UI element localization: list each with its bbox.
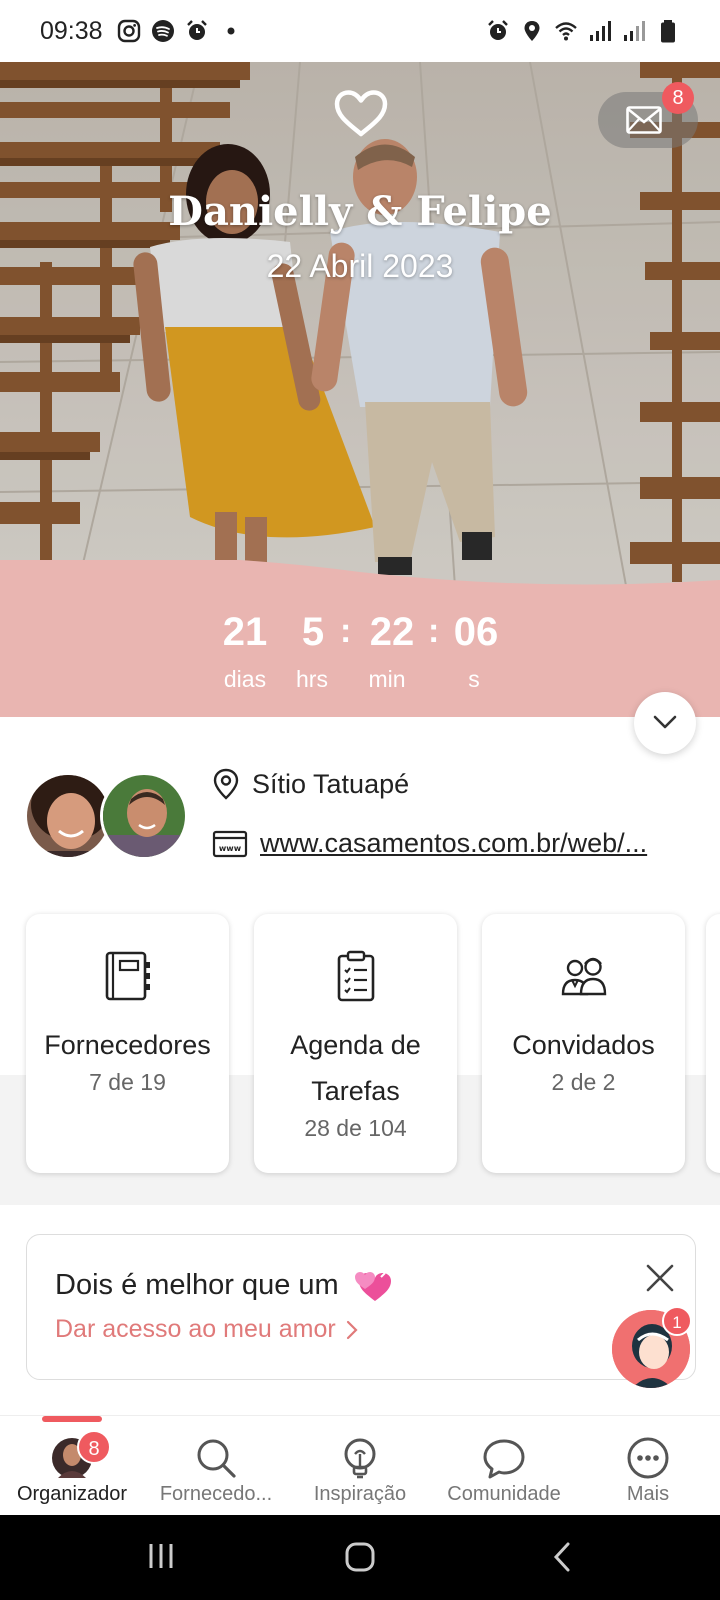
couple-names: Danielly & Felipe — [168, 188, 552, 235]
spotify-icon — [151, 20, 174, 42]
signal-icon — [590, 21, 611, 41]
banner-title-row: Dois é melhor que um — [55, 1267, 393, 1303]
alarm-icon — [488, 20, 508, 40]
location-icon — [524, 21, 540, 41]
dot-icon — [227, 27, 235, 35]
instagram-icon — [117, 19, 140, 43]
envelope-icon — [626, 106, 662, 134]
signal-icon — [624, 21, 645, 41]
wedding-website-link[interactable]: www.casamentos.com.br/web/... — [260, 828, 647, 859]
card-title: Convidados — [512, 1030, 655, 1060]
countdown: 21 5 : 22 : 06 dias hrs min s — [0, 560, 720, 717]
card-progress: 28 de 104 — [304, 1115, 407, 1141]
website-row[interactable]: www www.casamentos.com.br/web/... — [212, 828, 647, 859]
alarm-icon — [186, 20, 207, 40]
card-title: Agenda de Tarefas — [290, 1030, 421, 1106]
countdown-hours: 5 — [301, 610, 325, 654]
banner-title: Dois é melhor que um — [55, 1268, 339, 1301]
status-right-icons — [486, 19, 680, 43]
card-progress: 7 de 19 — [89, 1069, 166, 1095]
countdown-minutes-label: min — [368, 666, 406, 692]
give-access-label: Dar acesso ao meu amor — [55, 1315, 336, 1343]
countdown-seconds: 06 — [453, 610, 499, 654]
assistant-badge: 1 — [662, 1306, 692, 1336]
countdown-seconds-label: s — [468, 666, 480, 692]
bottom-navigation: Organizador Fornecedo... Inspiração Comu… — [0, 1415, 720, 1515]
clipboard-checklist-icon — [337, 950, 375, 1002]
status-bar: 09:38 — [0, 0, 720, 62]
system-navigation-bar — [0, 1515, 720, 1600]
wifi-icon — [555, 22, 577, 41]
nav-organizador-badge: 8 — [77, 1430, 111, 1464]
nav-inspiracao[interactable]: Inspiração — [288, 1416, 432, 1516]
countdown-days-label: dias — [223, 666, 267, 692]
status-time: 09:38 — [40, 16, 103, 45]
battery-icon — [661, 20, 675, 43]
back-icon[interactable] — [552, 1541, 572, 1573]
expand-button[interactable] — [634, 692, 696, 754]
chevron-down-icon — [653, 715, 677, 729]
recent-apps-icon[interactable] — [146, 1541, 176, 1571]
countdown-minutes: 22 — [369, 610, 415, 654]
card-agenda-de-tarefas[interactable]: Agenda de Tarefas 28 de 104 — [254, 914, 457, 1173]
nav-label: Comunidade — [447, 1483, 561, 1505]
partner-invite-banner[interactable]: Dois é melhor que um Dar acesso ao meu a… — [26, 1234, 696, 1380]
avatar-partner-2[interactable] — [100, 772, 188, 860]
nav-active-indicator — [42, 1416, 102, 1422]
status-left-icons — [117, 19, 243, 43]
nav-label: Organizador — [16, 1483, 128, 1505]
card-title: Fornecedores — [44, 1030, 211, 1060]
lightbulb-icon — [344, 1438, 376, 1479]
home-icon[interactable] — [344, 1541, 376, 1573]
location-pin-icon — [213, 768, 239, 800]
nav-label: Inspiração — [313, 1483, 407, 1505]
card-progress: 2 de 2 — [551, 1069, 616, 1095]
chat-bubble-icon — [483, 1439, 525, 1479]
chevron-right-icon — [346, 1320, 358, 1339]
nav-comunidade[interactable]: Comunidade — [432, 1416, 576, 1516]
heart-icon — [334, 90, 388, 137]
hearts-icon — [354, 1272, 391, 1301]
countdown-days: 21 — [222, 610, 268, 654]
nav-organizador[interactable]: Organizador — [0, 1416, 144, 1516]
guests-icon — [561, 957, 607, 996]
avatar-partner-1[interactable] — [24, 772, 112, 860]
nav-mais[interactable]: Mais — [576, 1416, 720, 1516]
countdown-hours-label: hrs — [296, 666, 328, 692]
venue-row: Sítio Tatuapé — [212, 768, 409, 800]
venue-name: Sítio Tatuapé — [252, 768, 410, 799]
messages-badge: 8 — [662, 82, 694, 114]
more-icon — [627, 1437, 669, 1479]
nav-label: Mais — [626, 1483, 670, 1505]
search-icon — [197, 1439, 236, 1478]
svg-text:www: www — [219, 844, 242, 853]
nav-fornecedores[interactable]: Fornecedo... — [144, 1416, 288, 1516]
card-fornecedores[interactable]: Fornecedores 7 de 19 — [26, 914, 229, 1173]
card-convidados[interactable]: Convidados 2 de 2 — [482, 914, 685, 1173]
nav-label: Fornecedo... — [159, 1483, 273, 1505]
give-access-link[interactable]: Dar acesso ao meu amor — [55, 1315, 358, 1344]
close-icon[interactable] — [645, 1263, 675, 1293]
card-next-peek[interactable] — [706, 914, 720, 1173]
notebook-icon — [105, 951, 150, 1001]
countdown-separator: : — [340, 612, 352, 650]
web-icon: www — [212, 830, 248, 857]
wedding-date: 22 Abril 2023 — [266, 248, 454, 284]
